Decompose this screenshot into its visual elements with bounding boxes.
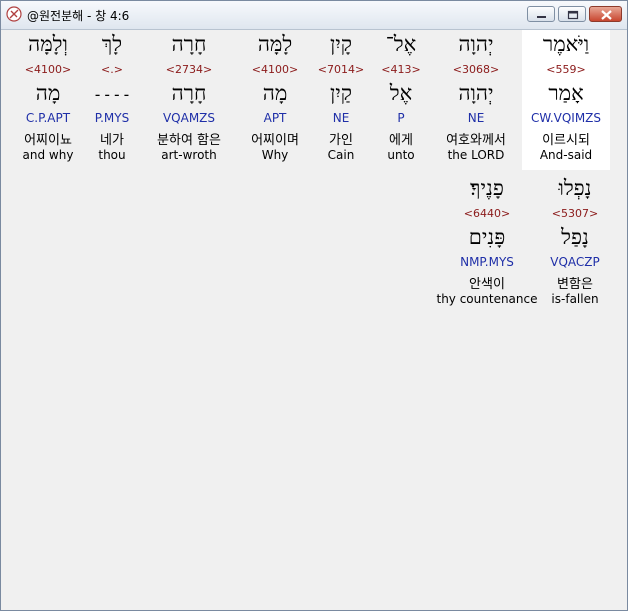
word-card[interactable]: וְלָמָּה <4100> מָה C.P.APT 어찌이뇨 and why	[14, 30, 82, 170]
hebrew-word: וְלָמָּה	[28, 32, 68, 56]
close-icon	[601, 10, 612, 20]
maximize-button[interactable]	[558, 6, 586, 22]
word-card[interactable]: נָפְלוּ <5307> נָפַל VQACZP 변함은 is-falle…	[544, 174, 606, 314]
hebrew-lemma: פָּנִים	[468, 225, 506, 249]
close-button[interactable]	[589, 6, 622, 22]
strong-number[interactable]: <4100>	[240, 63, 310, 76]
word-card[interactable]: יְהוָה <3068> יְהוָה NE 여호와께서 the LORD	[434, 30, 518, 170]
maximize-icon	[567, 10, 579, 20]
english-gloss: Why	[261, 148, 289, 162]
hebrew-lemma: קַיִן	[329, 81, 353, 105]
app-window: @원전분해 - 창 4:6 וַיֹּאמֶר <559> אָמַר CW.V…	[0, 0, 628, 611]
english-gloss: thy countenance	[436, 292, 538, 306]
word-card[interactable]: קָיִן <7014> קַיִן NE 가인 Cain	[312, 30, 370, 170]
minimize-button[interactable]	[527, 6, 555, 22]
strong-number[interactable]: <.>	[86, 63, 138, 76]
korean-gloss: 에게	[389, 133, 413, 148]
english-gloss: unto	[387, 148, 415, 162]
word-card[interactable]: לָךְ <.> ---- P.MYS 네가 thou	[86, 30, 138, 170]
morphology-code: VQAMZS	[162, 111, 216, 125]
word-card[interactable]: חָרָה <2734> חָרָה VQAMZS 분하여 함은 art-wro…	[146, 30, 232, 170]
morphology-code: VQACZP	[550, 255, 600, 269]
hebrew-word: נָפְלוּ	[558, 176, 592, 200]
morphology-code: P	[397, 111, 405, 125]
word-card[interactable]: אֶל־ <413> אֶל P 에게 unto	[372, 30, 430, 170]
hebrew-word: קָיִן	[329, 32, 353, 56]
strong-number[interactable]: <3068>	[434, 63, 518, 76]
hebrew-lemma: אֶל	[389, 81, 413, 105]
korean-gloss: 분하여 함은	[157, 133, 221, 148]
morphology-code: NE	[332, 111, 350, 125]
morphology-code: NMP.MYS	[460, 255, 514, 269]
hebrew-word: פָנֶיךָ׃	[470, 176, 504, 200]
word-card[interactable]: פָנֶיךָ׃ <6440> פָּנִים NMP.MYS 안색이 thy …	[434, 174, 540, 314]
hebrew-lemma: ----	[92, 85, 132, 104]
morphology-code: C.P.APT	[25, 111, 71, 125]
hebrew-lemma: מָה	[35, 81, 61, 105]
hebrew-word: יְהוָה	[458, 32, 494, 56]
window-title: @원전분해 - 창 4:6	[27, 9, 130, 23]
word-card[interactable]: לָמָּה <4100> מָה APT 어찌이며 Why	[240, 30, 310, 170]
interlinear-panel: וַיֹּאמֶר <559> אָמַר CW.VQIMZS 이르시되 And…	[2, 30, 626, 610]
strong-number[interactable]: <413>	[372, 63, 430, 76]
english-gloss: art-wroth	[161, 148, 217, 162]
strong-number[interactable]: <2734>	[146, 63, 232, 76]
korean-gloss: 가인	[329, 133, 353, 148]
morphology-code: NE	[467, 111, 485, 125]
strong-number[interactable]: <7014>	[312, 63, 370, 76]
morphology-code: CW.VQIMZS	[530, 111, 602, 125]
strong-number[interactable]: <4100>	[14, 63, 82, 76]
korean-gloss: 이르시되	[542, 133, 590, 148]
english-gloss: and why	[22, 148, 74, 162]
hebrew-lemma: חָרָה	[171, 81, 207, 105]
strong-number[interactable]: <6440>	[434, 207, 540, 220]
hebrew-lemma: נָפַל	[561, 225, 589, 249]
korean-gloss: 변함은	[557, 277, 593, 292]
korean-gloss: 네가	[100, 133, 124, 148]
english-gloss: the LORD	[447, 148, 505, 162]
hebrew-lemma: אָמַר	[548, 81, 584, 105]
english-gloss: is-fallen	[551, 292, 599, 306]
korean-gloss: 안색이	[469, 277, 505, 292]
title-bar[interactable]: @원전분해 - 창 4:6	[1, 1, 627, 30]
hebrew-lemma: מָה	[262, 81, 288, 105]
strong-number[interactable]: <5307>	[544, 207, 606, 220]
english-gloss: And-said	[539, 148, 593, 162]
app-logo-icon	[6, 6, 22, 22]
korean-gloss: 어찌이뇨	[24, 133, 72, 148]
minimize-icon	[537, 16, 546, 18]
morphology-code: P.MYS	[94, 111, 130, 125]
korean-gloss: 어찌이며	[251, 133, 299, 148]
hebrew-word: וַיֹּאמֶר	[542, 32, 590, 56]
hebrew-word: חָרָה	[171, 32, 207, 56]
english-gloss: Cain	[327, 148, 355, 162]
word-card[interactable]: וַיֹּאמֶר <559> אָמַר CW.VQIMZS 이르시되 And…	[522, 30, 610, 170]
hebrew-lemma: יְהוָה	[458, 81, 494, 105]
strong-number[interactable]: <559>	[522, 63, 610, 76]
hebrew-word: לָךְ	[101, 32, 123, 56]
hebrew-word: לָמָּה	[257, 32, 293, 56]
hebrew-word: אֶל־	[385, 32, 417, 56]
korean-gloss: 여호와께서	[446, 133, 506, 148]
morphology-code: APT	[263, 111, 287, 125]
english-gloss: thou	[98, 148, 126, 162]
